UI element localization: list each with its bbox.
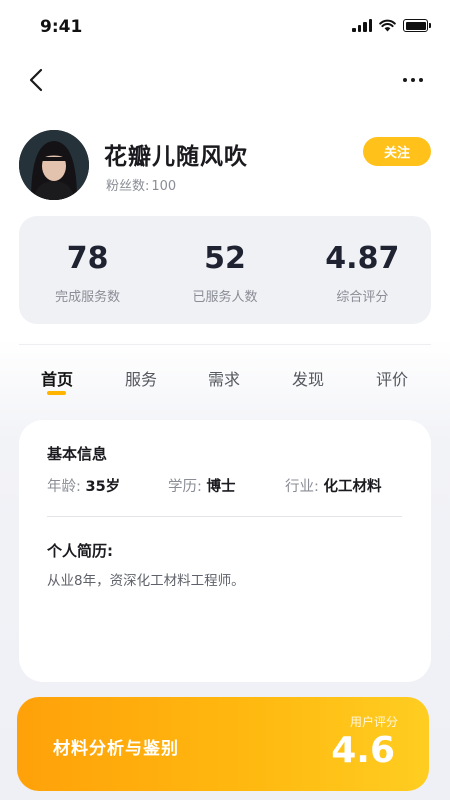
more-button[interactable] — [398, 64, 428, 96]
info-industry: 行业: 化工材料 — [285, 475, 382, 496]
wifi-icon — [379, 19, 396, 32]
resume-title: 个人简历: — [47, 542, 113, 560]
info-card: 基本信息 年龄: 35岁 学历: 博士 行业: 化工材料 个人简历: 从业8年，… — [19, 420, 431, 682]
status-time: 9:41 — [40, 17, 83, 37]
tab-reviews[interactable]: 评价 — [376, 366, 408, 390]
card-divider — [47, 516, 402, 517]
stat-completed-services: 78 完成服务数 — [19, 216, 156, 324]
status-icons — [352, 19, 431, 32]
tab-demands[interactable]: 需求 — [208, 366, 240, 390]
section-divider — [19, 344, 431, 345]
stat-served-people: 52 已服务人数 — [156, 216, 293, 324]
age-label: 年龄: — [47, 479, 81, 495]
ellipsis-icon — [403, 78, 423, 82]
fans-count: 粉丝数: 100 — [104, 175, 176, 194]
stat-label: 已服务人数 — [192, 290, 258, 305]
stat-value: 78 — [66, 241, 109, 276]
tab-services[interactable]: 服务 — [125, 366, 157, 390]
tab-home[interactable]: 首页 — [41, 366, 73, 390]
fans-label: 粉丝数: — [106, 179, 150, 194]
stat-value: 4.87 — [325, 241, 400, 276]
active-tab-indicator — [47, 391, 66, 395]
follow-button[interactable]: 关注 — [363, 137, 431, 166]
rating-value: 4.6 — [331, 730, 395, 771]
tab-discover[interactable]: 发现 — [292, 366, 324, 390]
stat-overall-rating: 4.87 综合评分 — [294, 216, 431, 324]
rating-label: 用户评分 — [349, 715, 398, 729]
profile-name: 花瓣儿随风吹 — [104, 144, 248, 170]
back-button[interactable] — [20, 62, 52, 98]
stat-label: 综合评分 — [336, 290, 389, 305]
industry-label: 行业: — [285, 479, 319, 495]
info-education: 学历: 博士 — [168, 475, 236, 496]
status-bar: 9:41 — [0, 0, 450, 56]
service-title: 材料分析与鉴别 — [53, 739, 179, 759]
resume-text: 从业8年，资深化工材料工程师。 — [47, 573, 245, 589]
education-label: 学历: — [168, 479, 202, 495]
age-value: 35岁 — [85, 479, 121, 495]
info-age: 年龄: 35岁 — [47, 475, 120, 496]
education-value: 博士 — [206, 479, 236, 495]
basic-info-title: 基本信息 — [47, 445, 108, 463]
chevron-left-icon — [29, 68, 43, 92]
fans-value: 100 — [151, 179, 177, 194]
signal-icon — [352, 19, 372, 32]
avatar[interactable] — [19, 130, 89, 200]
stat-label: 完成服务数 — [55, 290, 121, 305]
stats-card: 78 完成服务数 52 已服务人数 4.87 综合评分 — [19, 216, 431, 324]
battery-icon — [403, 19, 431, 32]
stat-value: 52 — [204, 241, 246, 276]
tab-bar: 首页 服务 需求 发现 评价 — [19, 366, 431, 400]
service-card[interactable]: 材料分析与鉴别 用户评分 4.6 — [17, 697, 429, 791]
industry-value: 化工材料 — [323, 479, 382, 495]
